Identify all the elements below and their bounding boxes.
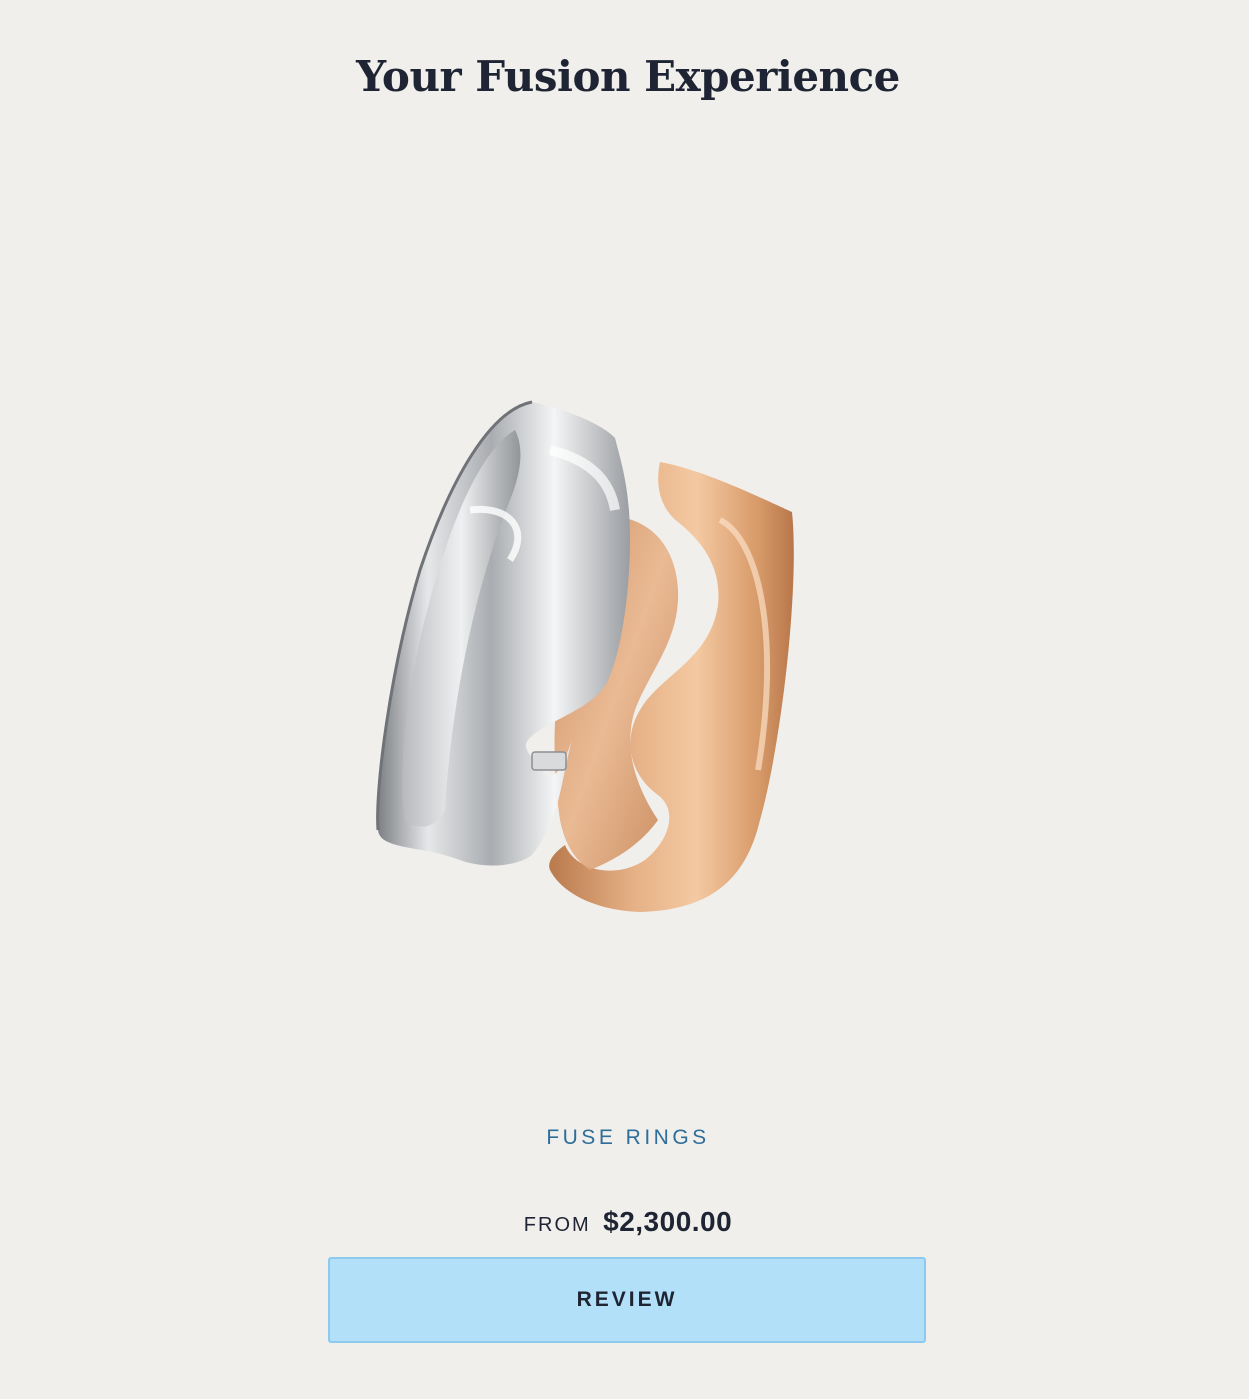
product-name: FUSE RINGS <box>546 1126 710 1149</box>
review-button[interactable]: REVIEW <box>328 1257 926 1343</box>
fuse-rings-image <box>360 390 820 930</box>
page-title: Your Fusion Experience <box>356 52 900 101</box>
price-prefix: FROM <box>523 1214 591 1236</box>
rings-illustration <box>376 400 794 912</box>
price-value: $2,300.00 <box>603 1206 733 1237</box>
price-row: FROM $2,300.00 <box>0 1206 1249 1238</box>
